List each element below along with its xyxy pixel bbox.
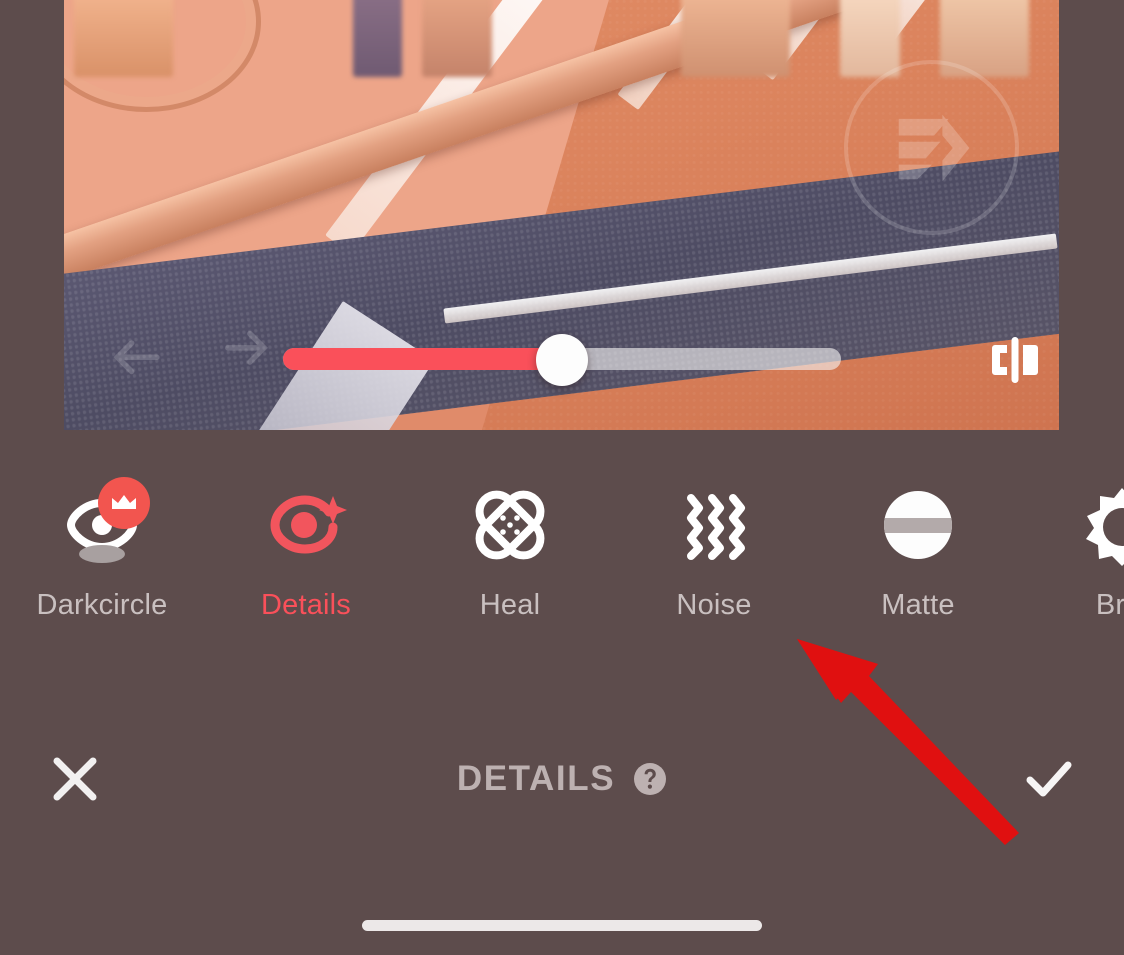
tool-icon-wrap bbox=[466, 481, 554, 569]
tool-item-heal[interactable]: Heal bbox=[408, 431, 612, 622]
slider-row bbox=[0, 330, 1124, 390]
eye-sparkle-icon bbox=[270, 495, 347, 554]
tool-item-details[interactable]: Details bbox=[204, 431, 408, 622]
photo-background-object bbox=[422, 0, 492, 78]
intensity-slider[interactable] bbox=[283, 334, 841, 386]
tool-item-matte[interactable]: Matte bbox=[816, 431, 1020, 622]
page-title: DETAILS bbox=[456, 759, 616, 798]
tool-rail: Darkcircle Details Heal Noise Matte Br bbox=[0, 431, 1124, 666]
wavy-lines-icon bbox=[687, 494, 745, 560]
tool-label: Brig bbox=[1095, 589, 1124, 621]
photo-background-object bbox=[73, 0, 174, 78]
checkmark-icon bbox=[1026, 761, 1072, 797]
tool-item-darkcircle[interactable]: Darkcircle bbox=[0, 431, 204, 622]
bandage-cross-icon bbox=[475, 490, 545, 560]
question-mark-circle-icon[interactable] bbox=[633, 762, 667, 796]
photo-background-object bbox=[840, 0, 900, 78]
matte-circle-icon bbox=[884, 491, 952, 559]
tool-item-noise[interactable]: Noise bbox=[612, 431, 816, 622]
tool-label: Darkcircle bbox=[36, 589, 168, 621]
tool-label: Heal bbox=[479, 589, 541, 621]
sun-brightness-icon bbox=[1086, 488, 1124, 566]
tool-label: Details bbox=[260, 589, 352, 621]
tool-icon-wrap bbox=[262, 481, 350, 569]
action-bar: DETAILS bbox=[0, 700, 1124, 858]
tool-title-group: DETAILS bbox=[150, 759, 974, 799]
compare-split-icon bbox=[992, 337, 1038, 383]
tool-strip[interactable]: Darkcircle Details Heal Noise Matte Br bbox=[0, 431, 1124, 666]
tool-icon-wrap bbox=[670, 481, 758, 569]
cancel-button[interactable] bbox=[0, 700, 150, 858]
slider-thumb[interactable] bbox=[536, 334, 588, 386]
tool-label: Noise bbox=[676, 589, 752, 621]
pro-crown-badge bbox=[98, 477, 150, 529]
tool-icon-wrap bbox=[874, 481, 962, 569]
photo-background-object bbox=[680, 0, 791, 78]
tool-icon-wrap bbox=[1078, 481, 1124, 569]
photo-background-object bbox=[352, 0, 403, 78]
photo-editor-screen: Darkcircle Details Heal Noise Matte Br D… bbox=[0, 0, 1124, 955]
before-after-compare-button[interactable] bbox=[984, 332, 1046, 388]
tool-label: Matte bbox=[881, 589, 955, 621]
photo-stage bbox=[0, 0, 1124, 431]
slider-fill bbox=[283, 348, 562, 370]
crown-icon bbox=[112, 495, 136, 509]
apply-button[interactable] bbox=[974, 700, 1124, 858]
tool-item-brightness[interactable]: Brig bbox=[1020, 431, 1124, 622]
home-indicator-bar bbox=[362, 920, 762, 931]
close-x-icon bbox=[53, 757, 97, 801]
tool-icon-wrap bbox=[58, 477, 150, 569]
photo-background-object bbox=[939, 0, 1030, 78]
